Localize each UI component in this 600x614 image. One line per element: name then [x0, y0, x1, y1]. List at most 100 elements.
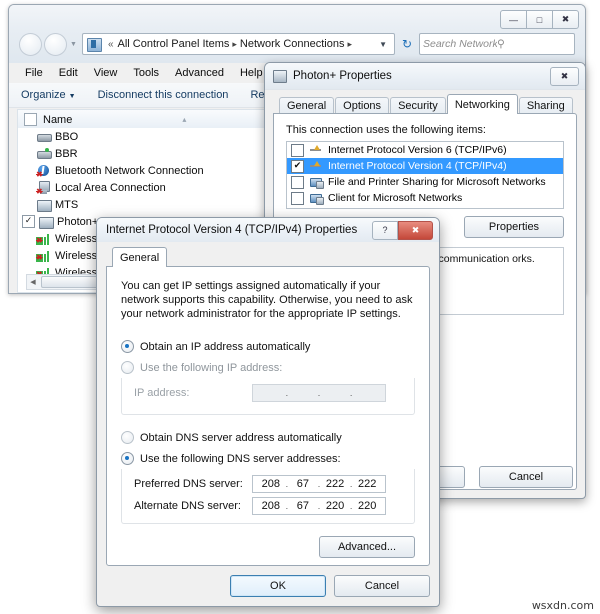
octet-separator: .	[317, 388, 321, 398]
protocol-item[interactable]: Internet Protocol Version 6 (TCP/IPv6)	[287, 142, 563, 158]
tab-general[interactable]: General	[112, 247, 168, 267]
wireless-signal-icon: ✖	[36, 232, 52, 246]
preferred-dns-input[interactable]: 208. 67. 222. 222	[252, 475, 386, 493]
photon-cancel-button[interactable]: Cancel	[479, 466, 573, 488]
obtain-dns-automatically-radio[interactable]	[121, 431, 134, 444]
menu-view[interactable]: View	[94, 67, 118, 79]
octet[interactable]: 220	[352, 500, 382, 512]
control-panel-icon	[86, 37, 102, 52]
tab-options[interactable]: Options	[335, 97, 390, 114]
protocol-item[interactable]: ✔ Internet Protocol Version 4 (TCP/IPv4)	[287, 158, 563, 174]
protocol-label: File and Printer Sharing for Microsoft N…	[328, 176, 546, 188]
connection-checkbox[interactable]	[22, 131, 33, 142]
tab-sharing[interactable]: Sharing	[518, 97, 573, 114]
obtain-ip-automatically-radio[interactable]	[121, 340, 134, 353]
alternate-dns-label: Alternate DNS server:	[134, 500, 241, 512]
ipv4-close-button[interactable]: ✖	[398, 220, 433, 240]
question-mark-icon: ?	[382, 225, 388, 235]
ipv4-tab-strip: General	[106, 247, 430, 267]
protocol-checkbox[interactable]	[291, 175, 304, 189]
breadcrumb-overflow-icon[interactable]: «	[108, 39, 114, 50]
disconnect-connection-button[interactable]: Disconnect this connection	[98, 89, 229, 101]
close-icon: ✖	[560, 70, 569, 81]
search-box[interactable]: Search Network Connecti... ⚲	[419, 33, 575, 55]
use-following-ip-radio[interactable]	[121, 361, 134, 374]
back-button[interactable]	[19, 32, 42, 56]
refresh-icon[interactable]: ↻	[397, 34, 417, 54]
protocol-checkbox[interactable]: ✔	[291, 159, 304, 173]
forward-button[interactable]	[44, 32, 67, 56]
ipv4-cancel-button[interactable]: Cancel	[334, 575, 430, 597]
protocol-items-list[interactable]: Internet Protocol Version 6 (TCP/IPv6) ✔ I…	[286, 141, 564, 209]
ipv4-dialog-titlebar[interactable]: Internet Protocol Version 4 (TCP/IPv4) P…	[97, 218, 439, 242]
obtain-ip-automatically-label: Obtain an IP address automatically	[140, 340, 311, 353]
minimize-button[interactable]: —	[500, 10, 527, 29]
tab-security[interactable]: Security	[390, 97, 446, 114]
ip-address-label: IP address:	[134, 387, 190, 399]
window-control-buttons: — □ ✖	[500, 10, 579, 29]
breadcrumb-separator-icon-2[interactable]: ▸	[347, 39, 352, 50]
connection-checkbox[interactable]	[22, 199, 33, 210]
connection-name: MTS	[55, 198, 79, 211]
menu-advanced[interactable]: Advanced	[175, 67, 224, 79]
connection-checkbox[interactable]	[22, 182, 33, 193]
watermark: wsxdn.com	[531, 599, 594, 612]
intro-text: You can get IP settings assigned automat…	[121, 280, 413, 320]
use-following-dns-radio[interactable]	[121, 452, 134, 465]
ip-address-input[interactable]: ...	[252, 384, 386, 402]
advanced-button[interactable]: Advanced...	[319, 536, 415, 558]
connection-checkbox[interactable]	[22, 165, 33, 176]
menu-edit[interactable]: Edit	[59, 67, 78, 79]
close-button[interactable]: ✖	[552, 10, 579, 29]
obtain-ip-automatically-option[interactable]: Obtain an IP address automatically	[121, 340, 429, 353]
protocol-checkbox[interactable]	[291, 191, 304, 205]
octet[interactable]: 208	[256, 500, 286, 512]
photon-dialog-titlebar[interactable]: Photon+ Properties ✖	[265, 63, 585, 90]
ipv4-dialog-body: General You can get IP settings assigned…	[106, 247, 430, 566]
breadcrumb-network-connections[interactable]: Network Connections	[240, 38, 345, 50]
connection-checkbox[interactable]	[22, 148, 33, 159]
connection-checkbox[interactable]: ✓	[22, 215, 35, 228]
connection-name: BBO	[55, 130, 79, 143]
tab-networking[interactable]: Networking	[446, 94, 518, 114]
alternate-dns-input[interactable]: 208. 67. 220. 220	[252, 497, 386, 515]
menu-help[interactable]: Help	[240, 67, 263, 79]
protocol-properties-button[interactable]: Properties	[464, 216, 564, 238]
tab-general[interactable]: General	[279, 97, 335, 114]
address-bar[interactable]: « All Control Panel Items ▸ Network Conn…	[81, 33, 395, 55]
octet[interactable]: 67	[288, 478, 318, 490]
octet[interactable]: 67	[288, 500, 318, 512]
use-following-dns-option[interactable]: Use the following DNS server addresses:	[121, 452, 429, 465]
maximize-button[interactable]: □	[526, 10, 553, 29]
protocol-item[interactable]: File and Printer Sharing for Microsoft N…	[287, 174, 563, 190]
use-following-ip-option[interactable]: Use the following IP address:	[121, 361, 429, 374]
organize-label: Organize	[21, 89, 66, 101]
octet[interactable]: 222	[352, 478, 382, 490]
photon-tab-strip: General Options Security Networking Shar…	[273, 94, 577, 114]
history-dropdown-icon[interactable]: ▼	[70, 41, 77, 48]
octet-separator: .	[285, 388, 289, 398]
connection-checkbox[interactable]	[22, 250, 33, 261]
octet[interactable]: 208	[256, 478, 286, 490]
address-dropdown-icon[interactable]: ▼	[374, 40, 392, 49]
menu-tools[interactable]: Tools	[133, 67, 159, 79]
obtain-dns-automatically-option[interactable]: Obtain DNS server address automatically	[121, 431, 429, 444]
select-all-checkbox[interactable]	[24, 113, 37, 126]
protocol-item[interactable]: Client for Microsoft Networks	[287, 190, 563, 206]
help-button[interactable]: ?	[372, 220, 398, 240]
breadcrumb-all-control-panel-items[interactable]: All Control Panel Items	[118, 38, 230, 50]
modem-icon	[36, 130, 52, 144]
octet[interactable]: 220	[320, 500, 350, 512]
ipv4-ok-button[interactable]: OK	[230, 575, 326, 597]
photon-dialog-title: Photon+ Properties	[293, 70, 392, 82]
menu-file[interactable]: File	[25, 67, 43, 79]
connection-checkbox[interactable]	[22, 233, 33, 244]
column-header-name[interactable]: Name	[43, 114, 72, 126]
scroll-left-icon[interactable]: ◀	[27, 278, 39, 286]
protocol-checkbox[interactable]	[291, 143, 304, 157]
address-bar-row: ▼ « All Control Panel Items ▸ Network Co…	[9, 31, 585, 57]
octet[interactable]: 222	[320, 478, 350, 490]
search-input[interactable]: Search Network Connecti...	[423, 38, 497, 50]
organize-button[interactable]: Organize ▼	[21, 89, 76, 101]
photon-close-button[interactable]: ✖	[550, 66, 579, 86]
